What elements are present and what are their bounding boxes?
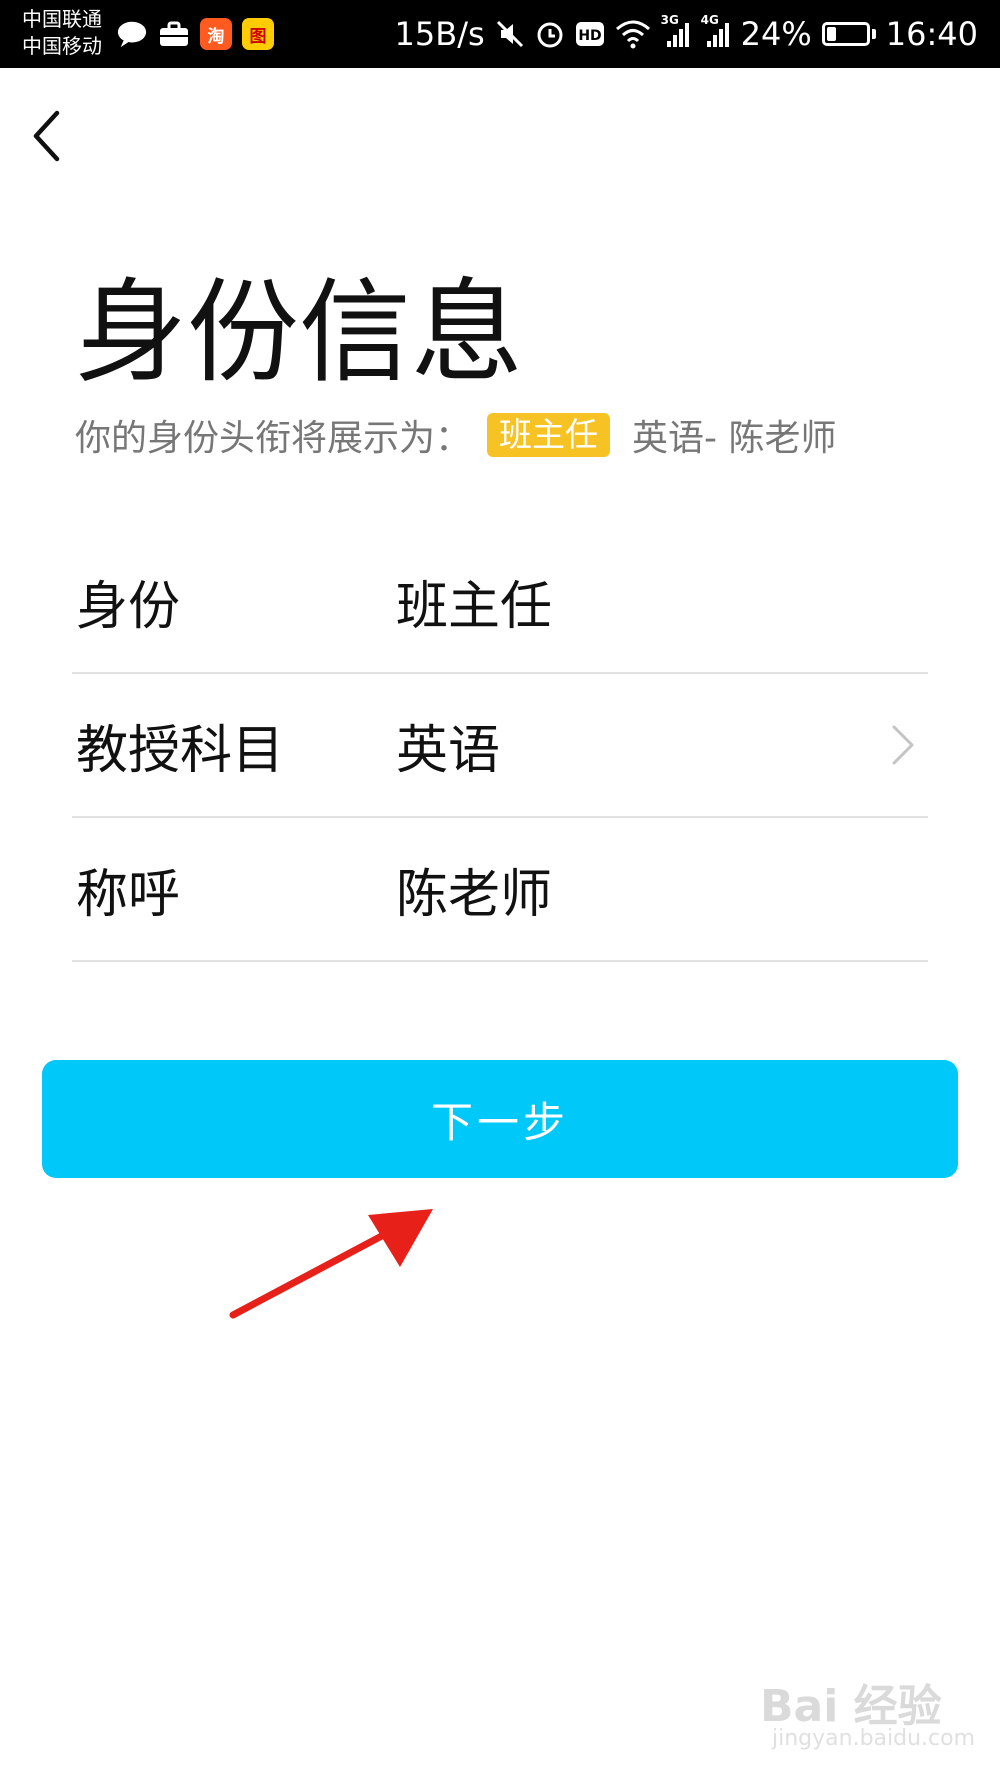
app-label: 图 — [249, 26, 267, 47]
form-row-salutation[interactable]: 称呼 陈老师 — [72, 818, 928, 962]
status-bar: 中国联通 中国移动 淘 图 15B/s HD 3G 4G 24% 16:40 — [0, 0, 1000, 68]
watermark: Bai 经验 jingyan.baidu.com — [760, 1660, 975, 1760]
briefcase-icon — [158, 18, 190, 50]
salutation-label: 称呼 — [76, 864, 181, 925]
chevron-right-icon — [892, 725, 914, 765]
form-row-subject[interactable]: 教授科目 英语 — [72, 674, 928, 818]
signal-3g-icon: 3G — [661, 13, 691, 49]
chevron-left-icon — [33, 110, 60, 162]
next-step-button[interactable]: 下一步 — [42, 1060, 958, 1178]
page-title: 身份信息 — [75, 268, 523, 398]
subject-value: 英语 — [396, 720, 501, 781]
annotation-arrow-icon — [229, 1209, 433, 1319]
battery-fill — [826, 27, 836, 41]
network-4g-label: 4G — [700, 13, 719, 27]
back-button[interactable] — [16, 104, 76, 168]
app-icon: 图 — [242, 18, 274, 50]
alarm-icon — [535, 19, 565, 49]
carrier-2: 中国移动 — [22, 34, 102, 58]
hd-icon: HD — [575, 20, 605, 48]
form-row-identity[interactable]: 身份 班主任 — [72, 530, 928, 674]
wifi-icon — [615, 19, 651, 49]
carrier-1: 中国联通 — [22, 7, 102, 31]
identity-form: 身份 班主任 教授科目 英语 称呼 陈老师 — [72, 530, 928, 962]
status-indicators: 15B/s HD 3G 4G 24% 16:40 — [395, 0, 978, 68]
mute-icon — [495, 19, 525, 49]
taobao-app-icon: 淘 — [200, 18, 232, 50]
title-preview-suffix: 英语- 陈老师 — [632, 418, 837, 459]
watermark-brand: Bai 经验 — [760, 1681, 942, 1732]
identity-label: 身份 — [76, 576, 181, 637]
taobao-app-label: 淘 — [207, 26, 225, 47]
battery-percent: 24% — [740, 15, 812, 53]
identity-value: 班主任 — [396, 576, 553, 637]
carrier-names: 中国联通 中国移动 — [22, 6, 102, 60]
role-badge: 班主任 — [487, 413, 611, 457]
network-3g-label: 3G — [660, 13, 679, 27]
battery-icon — [821, 22, 876, 46]
watermark-url: jingyan.baidu.com — [772, 1726, 976, 1751]
svg-text:HD: HD — [578, 28, 601, 44]
title-preview-prefix: 你的身份头衔将展示为： — [75, 418, 472, 459]
clock-time: 16:40 — [885, 15, 978, 53]
title-preview: 你的身份头衔将展示为： 班主任 英语- 陈老师 — [75, 410, 836, 460]
net-speed: 15B/s — [394, 15, 485, 53]
salutation-value: 陈老师 — [396, 864, 553, 925]
subject-label: 教授科目 — [76, 720, 285, 781]
notification-icons: 淘 图 — [116, 16, 274, 52]
signal-4g-icon: 4G — [701, 13, 731, 49]
message-icon — [116, 18, 148, 50]
